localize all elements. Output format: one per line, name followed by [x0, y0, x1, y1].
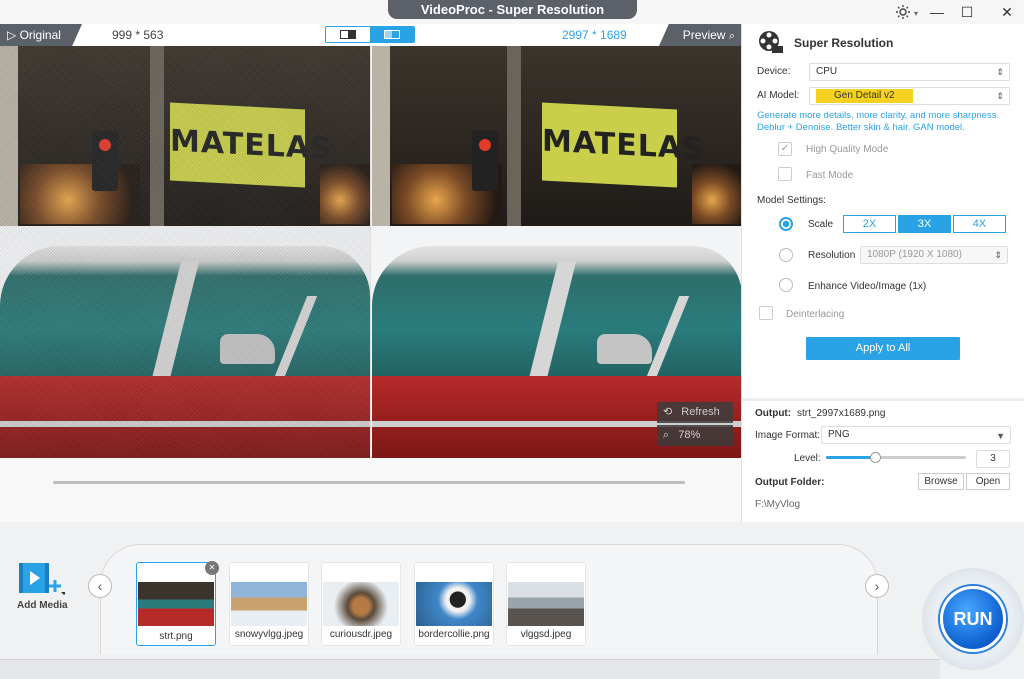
- gear-icon[interactable]: [891, 2, 915, 22]
- open-button[interactable]: Open: [966, 473, 1010, 490]
- preview-tab-label: Preview: [682, 28, 726, 42]
- run-button[interactable]: RUN: [940, 586, 1006, 652]
- maximize-button[interactable]: ☐: [955, 2, 979, 22]
- output-folder-path: F:\MyVlog: [755, 499, 801, 510]
- output-label: Output:: [755, 408, 792, 419]
- enhance-label: Enhance Video/Image (1x): [808, 281, 927, 292]
- output-dimensions: 2997 * 1689: [562, 28, 627, 42]
- scale-3x-button[interactable]: 3X: [898, 215, 951, 233]
- apply-to-all-button[interactable]: Apply to All: [806, 337, 960, 360]
- original-tab[interactable]: ▷ Original: [0, 24, 82, 46]
- add-media-icon: [19, 563, 67, 595]
- chevron-updown-icon: ⇕: [996, 67, 1004, 77]
- scale-radio[interactable]: [779, 217, 793, 231]
- timeline-scrubber[interactable]: [53, 481, 685, 484]
- scale-2x-button[interactable]: 2X: [843, 215, 896, 233]
- thumbnail-name: strt.png: [159, 631, 193, 642]
- media-thumbnail[interactable]: bordercollie.png: [414, 562, 494, 646]
- media-thumbnail[interactable]: snowyvlgg.jpeg: [229, 562, 309, 646]
- scale-label: Scale: [808, 219, 834, 230]
- thumbnail-name: vlggsd.jpeg: [520, 629, 572, 640]
- high-quality-label: High Quality Mode: [806, 144, 889, 155]
- search-icon: ⌕: [728, 30, 735, 42]
- ai-model-value: Gen Detail v2: [816, 89, 913, 103]
- image-format-value: PNG: [828, 429, 850, 440]
- device-value: CPU: [816, 66, 838, 77]
- ai-model-select[interactable]: Gen Detail v2 ⇕: [809, 87, 1010, 105]
- deinterlacing-label: Deinterlacing: [786, 309, 845, 320]
- browse-button[interactable]: Browse: [918, 473, 964, 490]
- original-dimensions: 999 * 563: [112, 28, 164, 42]
- fast-mode-label: Fast Mode: [806, 170, 854, 181]
- chevron-updown-icon: ⇕: [994, 250, 1002, 260]
- zoom-control[interactable]: ⌕ 78%: [657, 425, 733, 446]
- level-slider-handle[interactable]: [870, 452, 881, 463]
- media-thumbnail[interactable]: vlggsd.jpeg: [506, 562, 586, 646]
- resolution-radio[interactable]: [779, 248, 793, 262]
- single-view-button[interactable]: [326, 27, 370, 42]
- refresh-button[interactable]: ⟲ Refresh: [657, 402, 733, 423]
- thumbnail-image: [416, 582, 492, 626]
- remove-media-icon[interactable]: ✕: [205, 561, 219, 575]
- add-media-label: Add Media: [17, 600, 68, 611]
- resolution-select[interactable]: 1080P (1920 X 1080) ⇕: [860, 246, 1008, 264]
- prev-media-button[interactable]: ‹: [88, 574, 112, 598]
- enhance-radio[interactable]: [779, 278, 793, 292]
- shop-sign-text: MATELAS: [542, 123, 705, 167]
- model-settings-label: Model Settings:: [757, 195, 826, 206]
- tray-base: [0, 659, 940, 679]
- device-label: Device:: [757, 66, 791, 77]
- deinterlacing-checkbox[interactable]: [759, 306, 773, 320]
- thumbnail-image: [323, 582, 399, 626]
- fast-mode-checkbox[interactable]: [778, 167, 792, 181]
- split-view-button[interactable]: [370, 27, 414, 42]
- window-title: VideoProc - Super Resolution: [388, 0, 637, 19]
- original-image: MATELAS: [0, 46, 370, 458]
- resolution-value: 1080P (1920 X 1080): [867, 249, 962, 260]
- resolution-label: Resolution: [808, 250, 856, 261]
- zoom-icon: ⌕: [663, 429, 670, 441]
- thumbnail-name: curiousdr.jpeg: [329, 629, 393, 640]
- device-select[interactable]: CPU ⇕: [809, 63, 1010, 81]
- view-mode-toggle: [325, 26, 415, 43]
- thumbnail-image: [508, 582, 584, 626]
- chevron-down-icon: ▼: [996, 431, 1005, 441]
- add-media-button[interactable]: [17, 560, 67, 598]
- level-slider-track[interactable]: [826, 452, 966, 463]
- thumbnail-name: snowyvlgg.jpeg: [234, 629, 304, 640]
- timeline-area: [0, 458, 741, 522]
- chevron-down-icon[interactable]: ▾: [914, 9, 918, 18]
- thumbnail-image: [231, 582, 307, 626]
- minimize-button[interactable]: —: [925, 2, 949, 22]
- image-format-label: Image Format:: [755, 430, 821, 441]
- refresh-label: Refresh: [681, 406, 720, 418]
- thumbnail-name: bordercollie.png: [418, 629, 490, 640]
- zoom-level: 78%: [678, 429, 701, 441]
- chevron-updown-icon: ⇕: [996, 91, 1004, 101]
- scale-4x-button[interactable]: 4X: [953, 215, 1006, 233]
- split-view-icon: [384, 30, 400, 39]
- single-view-icon: [340, 30, 356, 39]
- model-description: Generate more details, more clarity, and…: [757, 110, 1000, 133]
- image-format-select[interactable]: PNG ▼: [821, 426, 1011, 444]
- ai-model-label: AI Model:: [757, 90, 800, 101]
- thumbnail-image: [138, 582, 214, 626]
- enhanced-image: MATELAS: [371, 46, 741, 458]
- high-quality-checkbox[interactable]: ✓: [778, 142, 792, 156]
- level-slider-fill: [826, 456, 875, 459]
- next-media-button[interactable]: ›: [865, 574, 889, 598]
- panel-divider: [741, 398, 1024, 401]
- panel-title: Super Resolution: [794, 36, 894, 50]
- film-reel-icon: [758, 30, 784, 54]
- videoproc-window: VideoProc - Super Resolution ▾ — ☐ ✕ ▷ O…: [0, 0, 1024, 679]
- level-label: Level:: [794, 453, 821, 464]
- media-thumbnail[interactable]: strt.png ✕: [136, 561, 219, 646]
- media-thumbnail[interactable]: curiousdr.jpeg: [321, 562, 401, 646]
- preview-tab[interactable]: Preview ⌕: [659, 24, 741, 46]
- level-input[interactable]: 3: [976, 450, 1010, 468]
- refresh-icon: ⟲: [663, 406, 673, 418]
- output-filename: strt_2997x1689.png: [797, 408, 886, 419]
- close-button[interactable]: ✕: [995, 2, 1019, 22]
- output-folder-label: Output Folder:: [755, 477, 825, 488]
